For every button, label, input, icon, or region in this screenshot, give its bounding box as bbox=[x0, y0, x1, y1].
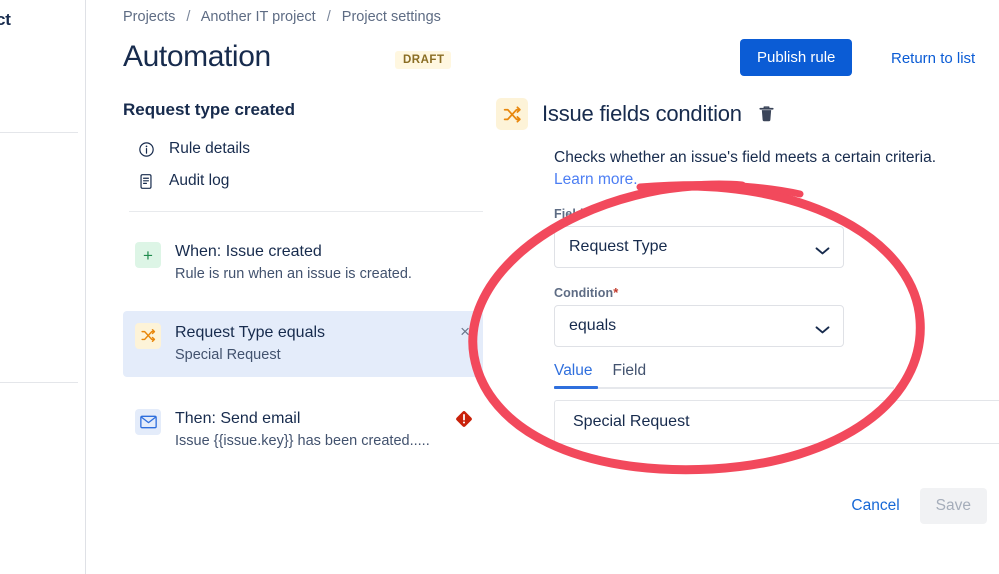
detail-description-text: Checks whether an issue's field meets a … bbox=[554, 149, 937, 166]
rule-component-then[interactable]: Then: Send email Issue {{issue.key}} has… bbox=[123, 397, 483, 464]
publish-rule-button[interactable]: Publish rule bbox=[740, 39, 853, 76]
panel-divider bbox=[129, 211, 483, 212]
error-badge-icon bbox=[454, 409, 474, 434]
nav-item-label: Rule details bbox=[169, 140, 250, 157]
required-marker: * bbox=[583, 205, 589, 221]
breadcrumb-separator: / bbox=[186, 9, 191, 25]
rule-component-subtitle: Special Request bbox=[175, 346, 281, 363]
field-label: Field* bbox=[554, 206, 999, 221]
shuffle-icon bbox=[135, 322, 161, 349]
condition-label: Condition* bbox=[554, 285, 999, 300]
tab-field[interactable]: Field bbox=[613, 362, 647, 389]
breadcrumb-item-projects[interactable]: Projects bbox=[123, 9, 175, 25]
field-label-text: Field bbox=[554, 206, 584, 221]
plus-icon: + bbox=[135, 242, 161, 268]
left-nav-truncated-label: ct bbox=[0, 10, 11, 29]
field-select-value: Request Type bbox=[569, 237, 668, 255]
left-nav-cutoff: ct bbox=[0, 0, 86, 574]
status-badge: DRAFT bbox=[395, 51, 452, 69]
rule-component-body: Request Type equals Special Request bbox=[175, 323, 473, 366]
rule-component-body: Then: Send email Issue {{issue.key}} has… bbox=[175, 409, 473, 452]
shuffle-icon bbox=[496, 98, 528, 130]
screen-root: ct Projects / Another IT project / Proje… bbox=[0, 0, 999, 574]
breadcrumb-item-project[interactable]: Another IT project bbox=[201, 9, 316, 25]
trash-icon[interactable] bbox=[758, 105, 775, 123]
nav-item-rule-details[interactable]: Rule details bbox=[123, 133, 483, 165]
page-container: Projects / Another IT project / Project … bbox=[86, 0, 999, 574]
detail-panel-title: Issue fields condition bbox=[542, 101, 742, 126]
field-select[interactable]: Request Type bbox=[554, 225, 844, 268]
save-button: Save bbox=[919, 488, 987, 524]
rule-component-title: Then: Send email bbox=[175, 410, 301, 428]
condition-detail-panel: Issue fields condition Checks whether an… bbox=[496, 98, 999, 524]
rule-component-condition[interactable]: Request Type equals Special Request × bbox=[123, 310, 483, 378]
page-title: Automation bbox=[123, 40, 271, 73]
detail-actions: Cancel Save bbox=[839, 488, 987, 524]
nav-item-label: Audit log bbox=[169, 172, 230, 189]
value-input-text: Special Request bbox=[573, 412, 690, 430]
breadcrumb-item-settings[interactable]: Project settings bbox=[342, 9, 441, 25]
rule-component-subtitle: Issue {{issue.key}} has been created....… bbox=[175, 433, 430, 450]
nav-item-audit-log[interactable]: Audit log bbox=[123, 165, 483, 197]
rule-component-subtitle: Rule is run when an issue is created. bbox=[175, 266, 412, 282]
tab-value[interactable]: Value bbox=[554, 362, 593, 389]
chevron-down-icon bbox=[815, 243, 830, 261]
left-nav-divider-1 bbox=[0, 132, 78, 133]
info-circle-icon bbox=[137, 140, 155, 158]
document-list-icon bbox=[137, 172, 155, 190]
required-marker: * bbox=[613, 284, 619, 300]
rule-panel-heading: Request type created bbox=[123, 100, 295, 119]
value-field-tabs: Value Field bbox=[554, 362, 894, 389]
tab-active-indicator bbox=[554, 385, 598, 389]
detail-header: Issue fields condition bbox=[496, 98, 999, 130]
breadcrumb: Projects / Another IT project / Project … bbox=[123, 9, 441, 25]
left-nav-divider-2 bbox=[0, 382, 78, 383]
learn-more-link[interactable]: Learn more. bbox=[554, 171, 638, 188]
cancel-button[interactable]: Cancel bbox=[839, 488, 911, 524]
form-spacer bbox=[554, 268, 999, 285]
condition-select-value: equals bbox=[569, 316, 617, 334]
rule-component-body: When: Issue created Rule is run when an … bbox=[175, 242, 473, 285]
remove-component-icon[interactable]: × bbox=[460, 323, 470, 340]
detail-description: Checks whether an issue's field meets a … bbox=[554, 147, 999, 192]
chevron-down-icon bbox=[815, 322, 830, 340]
rule-component-title: When: Issue created bbox=[175, 243, 322, 260]
value-input[interactable]: Special Request bbox=[554, 399, 999, 444]
condition-form: Field* Request Type Condition* equals Va… bbox=[554, 206, 999, 444]
page-header: Automation DRAFT Publish rule Return to … bbox=[123, 39, 999, 86]
envelope-icon bbox=[135, 409, 161, 436]
rule-component-when[interactable]: + When: Issue created Rule is run when a… bbox=[123, 230, 483, 297]
tab-track bbox=[554, 386, 894, 389]
return-to-list-link[interactable]: Return to list bbox=[891, 50, 975, 67]
rule-components-panel: Request type created Rule details Audit … bbox=[123, 100, 483, 476]
rule-component-title: Request Type equals bbox=[175, 323, 326, 341]
condition-select[interactable]: equals bbox=[554, 304, 844, 347]
breadcrumb-separator: / bbox=[326, 9, 331, 25]
condition-label-text: Condition bbox=[554, 285, 614, 300]
